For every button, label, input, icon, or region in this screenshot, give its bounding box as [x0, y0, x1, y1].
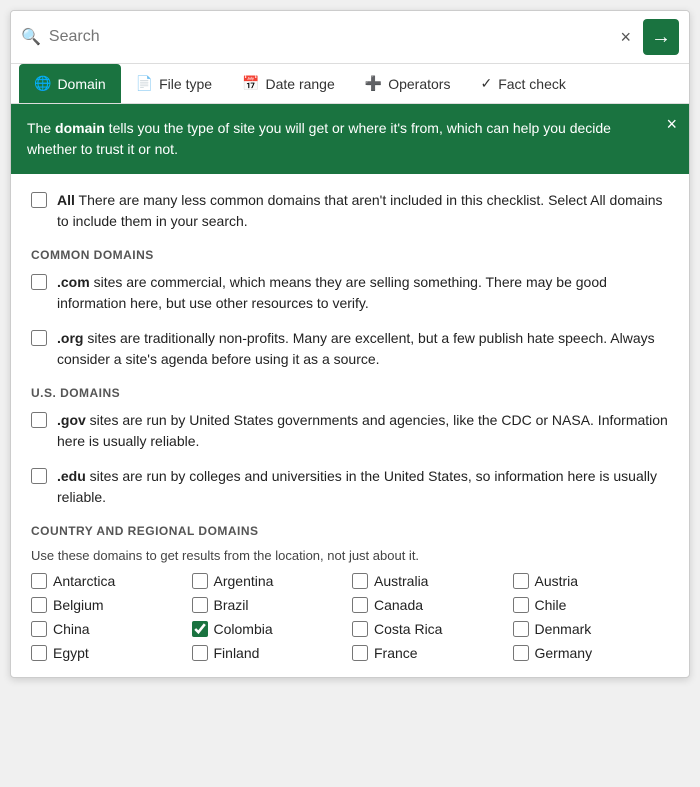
search-input[interactable]: site:co [49, 28, 609, 46]
tab-bar: 🌐 Domain 📄 File type 📅 Date range ➕ Oper… [11, 64, 689, 104]
costarica-label[interactable]: Costa Rica [374, 621, 442, 637]
canada-label[interactable]: Canada [374, 597, 423, 613]
country-item-colombia: Colombia [192, 621, 349, 637]
gov-checkbox[interactable] [31, 412, 47, 428]
colombia-checkbox[interactable] [192, 621, 208, 637]
country-domains-heading: COUNTRY AND REGIONAL DOMAINS [31, 524, 669, 538]
domain-icon: 🌐 [34, 75, 51, 92]
france-label[interactable]: France [374, 645, 418, 661]
country-grid: Antarctica Argentina Australia Austria B… [31, 573, 669, 661]
egypt-label[interactable]: Egypt [53, 645, 89, 661]
austria-checkbox[interactable] [513, 573, 529, 589]
content-area: All There are many less common domains t… [11, 174, 689, 677]
country-item-antarctica: Antarctica [31, 573, 188, 589]
country-item-finland: Finland [192, 645, 349, 661]
country-item-canada: Canada [352, 597, 509, 613]
denmark-label[interactable]: Denmark [535, 621, 592, 637]
country-item-denmark: Denmark [513, 621, 670, 637]
gov-label[interactable]: .gov sites are run by United States gove… [57, 410, 669, 452]
country-domains-subtext: Use these domains to get results from th… [31, 548, 669, 563]
argentina-label[interactable]: Argentina [214, 573, 274, 589]
all-label[interactable]: All There are many less common domains t… [57, 190, 669, 232]
tab-daterange-label: Date range [265, 76, 334, 92]
all-checkbox[interactable] [31, 192, 47, 208]
brazil-checkbox[interactable] [192, 597, 208, 613]
country-item-china: China [31, 621, 188, 637]
egypt-checkbox[interactable] [31, 645, 47, 661]
com-checkbox[interactable] [31, 274, 47, 290]
country-item-australia: Australia [352, 573, 509, 589]
main-window: 🔍 site:co × → 🌐 Domain 📄 File type 📅 Dat… [10, 10, 690, 678]
country-item-brazil: Brazil [192, 597, 349, 613]
edu-checkbox[interactable] [31, 468, 47, 484]
china-checkbox[interactable] [31, 621, 47, 637]
country-item-austria: Austria [513, 573, 670, 589]
tab-operators[interactable]: ➕ Operators [350, 64, 466, 103]
daterange-icon: 📅 [242, 75, 259, 92]
country-item-argentina: Argentina [192, 573, 349, 589]
tab-filetype-label: File type [159, 76, 212, 92]
chile-checkbox[interactable] [513, 597, 529, 613]
search-bar: 🔍 site:co × → [11, 11, 689, 64]
search-go-button[interactable]: → [643, 19, 679, 55]
australia-checkbox[interactable] [352, 573, 368, 589]
france-checkbox[interactable] [352, 645, 368, 661]
edu-label[interactable]: .edu sites are run by colleges and unive… [57, 466, 669, 508]
tab-daterange[interactable]: 📅 Date range [227, 64, 350, 103]
tab-domain-label: Domain [57, 76, 105, 92]
banner-close-button[interactable]: × [666, 114, 677, 135]
colombia-label[interactable]: Colombia [214, 621, 273, 637]
factcheck-icon: ✓ [480, 75, 492, 92]
belgium-checkbox[interactable] [31, 597, 47, 613]
filetype-icon: 📄 [136, 75, 153, 92]
country-item-egypt: Egypt [31, 645, 188, 661]
country-item-france: France [352, 645, 509, 661]
finland-label[interactable]: Finland [214, 645, 260, 661]
edu-checkbox-item: .edu sites are run by colleges and unive… [31, 466, 669, 508]
common-domains-heading: COMMON DOMAINS [31, 248, 669, 262]
belgium-label[interactable]: Belgium [53, 597, 104, 613]
germany-checkbox[interactable] [513, 645, 529, 661]
germany-label[interactable]: Germany [535, 645, 593, 661]
com-checkbox-item: .com sites are commercial, which means t… [31, 272, 669, 314]
country-item-chile: Chile [513, 597, 670, 613]
tab-operators-label: Operators [388, 76, 450, 92]
antarctica-checkbox[interactable] [31, 573, 47, 589]
country-item-costarica: Costa Rica [352, 621, 509, 637]
canada-checkbox[interactable] [352, 597, 368, 613]
org-checkbox-item: .org sites are traditionally non-profits… [31, 328, 669, 370]
country-item-belgium: Belgium [31, 597, 188, 613]
antarctica-label[interactable]: Antarctica [53, 573, 115, 589]
banner-text: The domain tells you the type of site yo… [27, 120, 611, 157]
tab-factcheck[interactable]: ✓ Fact check [465, 64, 580, 103]
australia-label[interactable]: Australia [374, 573, 428, 589]
austria-label[interactable]: Austria [535, 573, 579, 589]
search-icon: 🔍 [21, 27, 41, 47]
brazil-label[interactable]: Brazil [214, 597, 249, 613]
china-label[interactable]: China [53, 621, 90, 637]
tab-factcheck-label: Fact check [498, 76, 566, 92]
search-clear-button[interactable]: × [616, 28, 635, 46]
argentina-checkbox[interactable] [192, 573, 208, 589]
info-banner: The domain tells you the type of site yo… [11, 104, 689, 174]
country-item-germany: Germany [513, 645, 670, 661]
gov-checkbox-item: .gov sites are run by United States gove… [31, 410, 669, 452]
chile-label[interactable]: Chile [535, 597, 567, 613]
all-checkbox-item: All There are many less common domains t… [31, 190, 669, 232]
operators-icon: ➕ [365, 75, 382, 92]
finland-checkbox[interactable] [192, 645, 208, 661]
org-checkbox[interactable] [31, 330, 47, 346]
us-domains-heading: U.S. DOMAINS [31, 386, 669, 400]
costarica-checkbox[interactable] [352, 621, 368, 637]
tab-domain[interactable]: 🌐 Domain [19, 64, 121, 103]
tab-filetype[interactable]: 📄 File type [121, 64, 227, 103]
org-label[interactable]: .org sites are traditionally non-profits… [57, 328, 669, 370]
com-label[interactable]: .com sites are commercial, which means t… [57, 272, 669, 314]
denmark-checkbox[interactable] [513, 621, 529, 637]
